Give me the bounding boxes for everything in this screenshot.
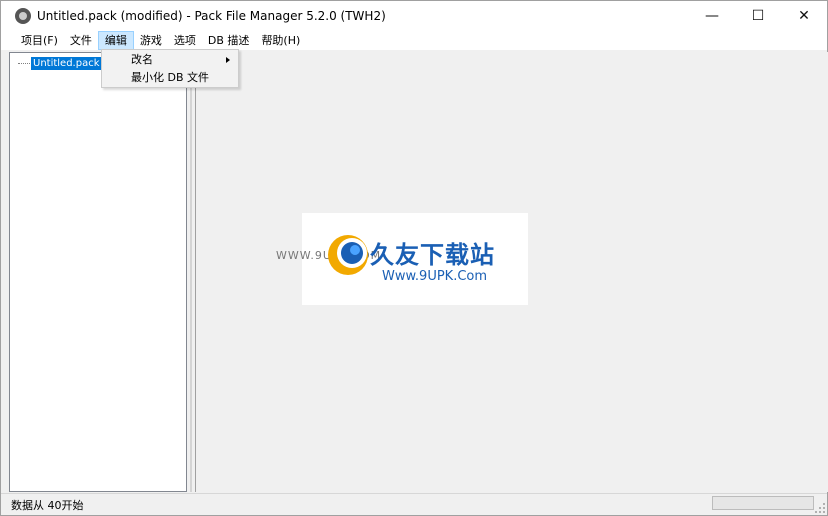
menu-item-minimize-db[interactable]: 最小化 DB 文件 <box>102 69 238 87</box>
submenu-arrow-icon <box>226 57 230 63</box>
menu-item-minimize-db-label: 最小化 DB 文件 <box>131 71 210 84</box>
watermark-subtitle: Www.9UPK.Com <box>382 269 488 284</box>
menu-edit[interactable]: 编辑 <box>97 31 134 50</box>
pack-tree-view[interactable]: Untitled.pack <box>9 52 187 492</box>
menu-project[interactable]: 项目(F) <box>15 31 64 50</box>
edit-menu-dropdown: 改名 最小化 DB 文件 <box>101 49 239 88</box>
menu-file[interactable]: 文件 <box>64 31 98 50</box>
menu-help[interactable]: 帮助(H) <box>255 31 306 50</box>
menu-db-description[interactable]: DB 描述 <box>202 31 256 50</box>
menu-item-rename-label: 改名 <box>131 53 153 66</box>
app-window: Untitled.pack (modified) - Pack File Man… <box>0 0 828 516</box>
status-bar: 数据从 40开始 <box>1 493 827 515</box>
pane-splitter[interactable] <box>187 52 195 492</box>
splitter-handle <box>190 52 192 492</box>
maximize-button[interactable]: ☐ <box>735 1 781 31</box>
tree-node-label[interactable]: Untitled.pack <box>30 56 103 71</box>
tree-connector <box>18 62 30 65</box>
progress-bar <box>712 496 814 510</box>
watermark-emblem-icon <box>328 235 368 275</box>
resize-grip-icon[interactable] <box>815 503 825 513</box>
window-controls: — ☐ ✕ <box>689 1 827 31</box>
window-title: Untitled.pack (modified) - Pack File Man… <box>37 9 386 23</box>
minimize-button[interactable]: — <box>689 1 735 31</box>
menu-item-rename[interactable]: 改名 <box>102 51 238 69</box>
app-icon <box>15 8 31 24</box>
status-text: 数据从 40开始 <box>11 499 84 512</box>
watermark-title: 久友下载站 <box>370 241 495 269</box>
menu-bar: 项目(F) 文件 编辑 游戏 选项 DB 描述 帮助(H) <box>1 31 827 50</box>
menu-options[interactable]: 选项 <box>168 31 202 50</box>
close-button[interactable]: ✕ <box>781 1 827 31</box>
tree-node-root[interactable]: Untitled.pack <box>18 56 103 71</box>
menu-game[interactable]: 游戏 <box>134 31 168 50</box>
watermark-logo: WWW.9UPK.COM 久友下载站 Www.9UPK.Com <box>276 213 528 305</box>
title-bar[interactable]: Untitled.pack (modified) - Pack File Man… <box>1 1 827 31</box>
